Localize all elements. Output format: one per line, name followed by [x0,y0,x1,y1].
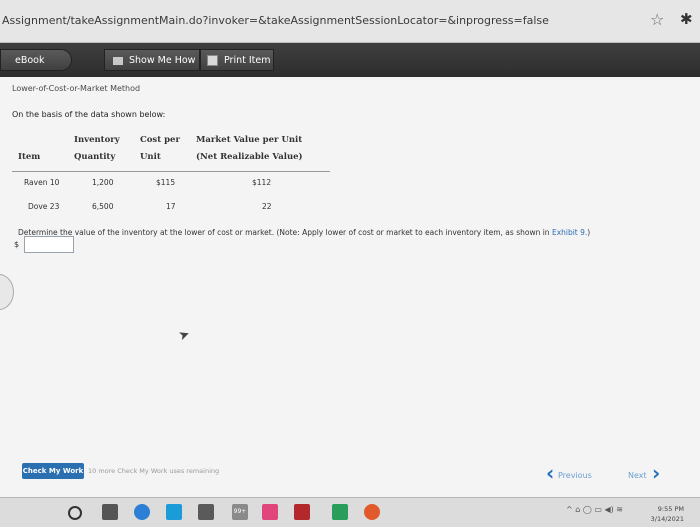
previous-chevron-icon[interactable]: ‹ [546,463,554,483]
row-item: Dove 23 [28,202,60,211]
question-end: ) [587,228,591,237]
row-cost: 17 [166,202,176,211]
table-divider [12,171,330,172]
header-inventory-line1: Inventory [74,135,120,145]
next-button[interactable]: Next [628,471,647,480]
header-cost-line1: Cost per [140,135,180,145]
header-market-line1: Market Value per Unit [196,135,303,145]
pocket-icon[interactable] [262,504,278,520]
url-text[interactable]: Assignment/takeAssignmentMain.do?invoker… [2,14,549,27]
print-icon [207,55,218,66]
answer-input[interactable] [24,236,74,253]
row-item: Raven 10 [24,178,60,187]
assignment-toolbar: eBook Show Me How Print Item [0,43,700,77]
netflix-icon[interactable] [294,504,310,520]
show-me-how-button[interactable]: Show Me How [104,49,200,71]
row-cost: $115 [156,178,176,187]
chrome-icon[interactable] [364,504,380,520]
mail-icon[interactable]: 99+ [232,504,248,520]
store-icon[interactable] [198,504,214,520]
show-me-how-label: Show Me How [129,55,196,66]
edge-browser-icon[interactable] [134,504,150,520]
exhibit-link[interactable]: Exhibit 9. [552,228,587,237]
question-text: Determine the value of the inventory at … [18,228,686,237]
next-chevron-icon[interactable]: › [652,463,660,483]
app-green-icon[interactable] [332,504,348,520]
system-tray-icons[interactable]: ^ ⌂ ◯ ▭ ◀) ≋ [566,505,623,514]
address-bar: Assignment/takeAssignmentMain.do?invoker… [0,0,700,43]
print-item-button[interactable]: Print Item [200,49,274,71]
previous-button[interactable]: Previous [558,471,592,480]
problem-intro: On the basis of the data shown below: [12,110,166,119]
row-market: 22 [262,202,272,211]
search-icon[interactable] [68,506,82,520]
bookmark-star-icon[interactable]: ☆ [650,10,664,29]
task-view-icon[interactable] [102,504,118,520]
row-quantity: 1,200 [92,178,114,187]
ebook-button[interactable]: eBook [0,49,72,71]
problem-title: Lower-of-Cost-or-Market Method [12,84,141,93]
currency-symbol: $ [14,240,20,249]
clock-date: 3/14/2021 [650,515,684,523]
mail-badge: 99+ [233,508,247,515]
row-quantity: 6,500 [92,202,114,211]
ebook-label: eBook [15,55,45,66]
remaining-uses-text: 10 more Check My Work uses remaining [88,467,220,475]
header-cost-line2: Unit [140,152,161,162]
clock: 9:55 PM 3/14/2021 [640,504,684,524]
header-item: Item [18,152,41,162]
app-icon[interactable] [166,504,182,520]
header-market-line2: (Net Realizable Value) [196,152,303,162]
check-my-work-button[interactable]: Check My Work [22,463,84,479]
clock-time: 9:55 PM [657,505,684,513]
header-inventory-line2: Quantity [74,152,116,162]
video-icon [113,56,123,65]
print-item-label: Print Item [224,55,271,66]
extension-icon[interactable]: ✱ [680,10,693,28]
question-body: Determine the value of the inventory at … [18,228,552,237]
row-market: $112 [252,178,272,187]
